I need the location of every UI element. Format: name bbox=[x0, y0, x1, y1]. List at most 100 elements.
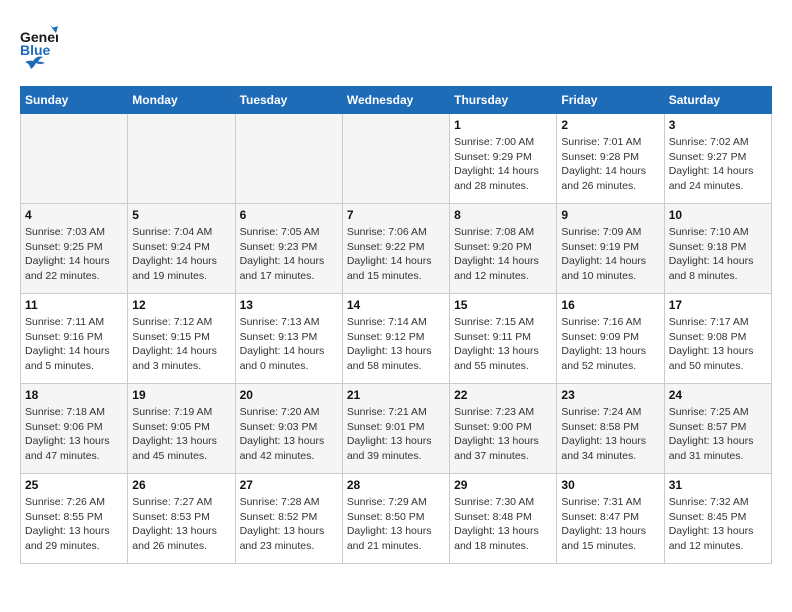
day-number: 5 bbox=[132, 208, 230, 222]
calendar-cell: 17Sunrise: 7:17 AMSunset: 9:08 PMDayligh… bbox=[664, 294, 771, 384]
calendar-week-row: 25 Sunrise: 7:26 AMSunset: 8:55 PMDayligh… bbox=[21, 474, 772, 564]
day-number: 13 bbox=[240, 298, 338, 312]
logo: General Blue bbox=[20, 20, 58, 76]
calendar-cell: 26 Sunrise: 7:27 AMSunset: 8:53 PMDayligh… bbox=[128, 474, 235, 564]
calendar-cell: 7 Sunrise: 7:06 AMSunset: 9:22 PMDaylight… bbox=[342, 204, 449, 294]
weekday-header-saturday: Saturday bbox=[664, 87, 771, 114]
day-info: Sunrise: 7:30 AMSunset: 8:48 PMDaylight:… bbox=[454, 495, 552, 554]
day-number: 8 bbox=[454, 208, 552, 222]
day-number: 24 bbox=[669, 388, 767, 402]
day-info: Sunrise: 7:05 AMSunset: 9:23 PMDaylight:… bbox=[240, 225, 338, 284]
day-info: Sunrise: 7:04 AMSunset: 9:24 PMDaylight:… bbox=[132, 225, 230, 284]
calendar-cell: 16Sunrise: 7:16 AMSunset: 9:09 PMDayligh… bbox=[557, 294, 664, 384]
day-info: Sunrise: 7:20 AMSunset: 9:03 PMDaylight:… bbox=[240, 405, 338, 464]
calendar-week-row: 18 Sunrise: 7:18 AMSunset: 9:06 PMDayligh… bbox=[21, 384, 772, 474]
weekday-header-monday: Monday bbox=[128, 87, 235, 114]
day-info: Sunrise: 7:00 AMSunset: 9:29 PMDaylight:… bbox=[454, 135, 552, 194]
day-number: 29 bbox=[454, 478, 552, 492]
weekday-header-friday: Friday bbox=[557, 87, 664, 114]
day-info: Sunrise: 7:18 AMSunset: 9:06 PMDaylight:… bbox=[25, 405, 123, 464]
calendar-cell: 12 Sunrise: 7:12 AMSunset: 9:15 PMDayligh… bbox=[128, 294, 235, 384]
calendar-cell: 13 Sunrise: 7:13 AMSunset: 9:13 PMDayligh… bbox=[235, 294, 342, 384]
calendar-cell: 31Sunrise: 7:32 AMSunset: 8:45 PMDayligh… bbox=[664, 474, 771, 564]
calendar-cell: 1 Sunrise: 7:00 AMSunset: 9:29 PMDaylight… bbox=[450, 114, 557, 204]
calendar-cell: 2 Sunrise: 7:01 AMSunset: 9:28 PMDaylight… bbox=[557, 114, 664, 204]
day-number: 30 bbox=[561, 478, 659, 492]
weekday-header-sunday: Sunday bbox=[21, 87, 128, 114]
calendar-cell: 4 Sunrise: 7:03 AMSunset: 9:25 PMDaylight… bbox=[21, 204, 128, 294]
calendar-cell: 30 Sunrise: 7:31 AMSunset: 8:47 PMDayligh… bbox=[557, 474, 664, 564]
day-info: Sunrise: 7:31 AMSunset: 8:47 PMDaylight:… bbox=[561, 495, 659, 554]
day-info: Sunrise: 7:02 AMSunset: 9:27 PMDaylight:… bbox=[669, 135, 767, 194]
calendar-cell: 9 Sunrise: 7:09 AMSunset: 9:19 PMDaylight… bbox=[557, 204, 664, 294]
day-number: 9 bbox=[561, 208, 659, 222]
day-number: 1 bbox=[454, 118, 552, 132]
calendar-cell: 20 Sunrise: 7:20 AMSunset: 9:03 PMDayligh… bbox=[235, 384, 342, 474]
day-info: Sunrise: 7:09 AMSunset: 9:19 PMDaylight:… bbox=[561, 225, 659, 284]
day-info: Sunrise: 7:19 AMSunset: 9:05 PMDaylight:… bbox=[132, 405, 230, 464]
day-info: Sunrise: 7:29 AMSunset: 8:50 PMDaylight:… bbox=[347, 495, 445, 554]
day-info: Sunrise: 7:11 AMSunset: 9:16 PMDaylight:… bbox=[25, 315, 123, 374]
day-info: Sunrise: 7:28 AMSunset: 8:52 PMDaylight:… bbox=[240, 495, 338, 554]
day-info: Sunrise: 7:26 AMSunset: 8:55 PMDaylight:… bbox=[25, 495, 123, 554]
day-info: Sunrise: 7:27 AMSunset: 8:53 PMDaylight:… bbox=[132, 495, 230, 554]
day-number: 23 bbox=[561, 388, 659, 402]
calendar-week-row: 1 Sunrise: 7:00 AMSunset: 9:29 PMDaylight… bbox=[21, 114, 772, 204]
calendar-cell: 21Sunrise: 7:21 AMSunset: 9:01 PMDayligh… bbox=[342, 384, 449, 474]
weekday-header-thursday: Thursday bbox=[450, 87, 557, 114]
day-number: 11 bbox=[25, 298, 123, 312]
calendar-cell: 15 Sunrise: 7:15 AMSunset: 9:11 PMDayligh… bbox=[450, 294, 557, 384]
day-info: Sunrise: 7:13 AMSunset: 9:13 PMDaylight:… bbox=[240, 315, 338, 374]
calendar-header-row: SundayMondayTuesdayWednesdayThursdayFrid… bbox=[21, 87, 772, 114]
logo-bird-icon bbox=[23, 53, 45, 76]
calendar-cell bbox=[128, 114, 235, 204]
calendar-cell bbox=[342, 114, 449, 204]
day-number: 15 bbox=[454, 298, 552, 312]
day-number: 7 bbox=[347, 208, 445, 222]
calendar-cell: 3 Sunrise: 7:02 AMSunset: 9:27 PMDaylight… bbox=[664, 114, 771, 204]
day-number: 31 bbox=[669, 478, 767, 492]
day-info: Sunrise: 7:01 AMSunset: 9:28 PMDaylight:… bbox=[561, 135, 659, 194]
day-number: 4 bbox=[25, 208, 123, 222]
calendar-week-row: 4 Sunrise: 7:03 AMSunset: 9:25 PMDaylight… bbox=[21, 204, 772, 294]
day-number: 22 bbox=[454, 388, 552, 402]
day-info: Sunrise: 7:23 AMSunset: 9:00 PMDaylight:… bbox=[454, 405, 552, 464]
calendar-cell: 6Sunrise: 7:05 AMSunset: 9:23 PMDaylight… bbox=[235, 204, 342, 294]
day-info: Sunrise: 7:03 AMSunset: 9:25 PMDaylight:… bbox=[25, 225, 123, 284]
day-number: 28 bbox=[347, 478, 445, 492]
day-info: Sunrise: 7:14 AMSunset: 9:12 PMDaylight:… bbox=[347, 315, 445, 374]
day-number: 10 bbox=[669, 208, 767, 222]
day-number: 25 bbox=[25, 478, 123, 492]
day-number: 2 bbox=[561, 118, 659, 132]
day-number: 26 bbox=[132, 478, 230, 492]
calendar-cell: 8 Sunrise: 7:08 AMSunset: 9:20 PMDaylight… bbox=[450, 204, 557, 294]
day-info: Sunrise: 7:10 AMSunset: 9:18 PMDaylight:… bbox=[669, 225, 767, 284]
calendar-week-row: 11 Sunrise: 7:11 AMSunset: 9:16 PMDayligh… bbox=[21, 294, 772, 384]
day-number: 18 bbox=[25, 388, 123, 402]
day-number: 3 bbox=[669, 118, 767, 132]
day-number: 16 bbox=[561, 298, 659, 312]
day-info: Sunrise: 7:24 AMSunset: 8:58 PMDaylight:… bbox=[561, 405, 659, 464]
day-info: Sunrise: 7:25 AMSunset: 8:57 PMDaylight:… bbox=[669, 405, 767, 464]
calendar-cell: 5 Sunrise: 7:04 AMSunset: 9:24 PMDaylight… bbox=[128, 204, 235, 294]
calendar-cell bbox=[21, 114, 128, 204]
calendar-cell: 27 Sunrise: 7:28 AMSunset: 8:52 PMDayligh… bbox=[235, 474, 342, 564]
day-info: Sunrise: 7:12 AMSunset: 9:15 PMDaylight:… bbox=[132, 315, 230, 374]
calendar-cell: 29 Sunrise: 7:30 AMSunset: 8:48 PMDayligh… bbox=[450, 474, 557, 564]
day-info: Sunrise: 7:06 AMSunset: 9:22 PMDaylight:… bbox=[347, 225, 445, 284]
day-number: 14 bbox=[347, 298, 445, 312]
day-number: 21 bbox=[347, 388, 445, 402]
day-number: 12 bbox=[132, 298, 230, 312]
calendar-cell bbox=[235, 114, 342, 204]
day-number: 19 bbox=[132, 388, 230, 402]
calendar-cell: 28 Sunrise: 7:29 AMSunset: 8:50 PMDayligh… bbox=[342, 474, 449, 564]
day-number: 20 bbox=[240, 388, 338, 402]
calendar-table: SundayMondayTuesdayWednesdayThursdayFrid… bbox=[20, 86, 772, 564]
day-number: 27 bbox=[240, 478, 338, 492]
weekday-header-tuesday: Tuesday bbox=[235, 87, 342, 114]
day-info: Sunrise: 7:17 AMSunset: 9:08 PMDaylight:… bbox=[669, 315, 767, 374]
day-info: Sunrise: 7:15 AMSunset: 9:11 PMDaylight:… bbox=[454, 315, 552, 374]
calendar-cell: 24 Sunrise: 7:25 AMSunset: 8:57 PMDayligh… bbox=[664, 384, 771, 474]
page-header: General Blue bbox=[20, 20, 772, 76]
day-info: Sunrise: 7:08 AMSunset: 9:20 PMDaylight:… bbox=[454, 225, 552, 284]
